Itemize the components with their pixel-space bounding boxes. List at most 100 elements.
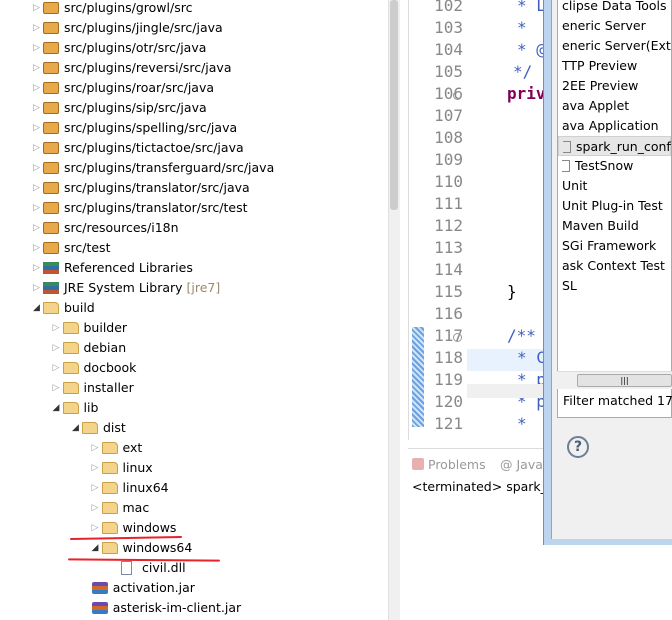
collapsed-arrow-icon[interactable]: ▷ — [33, 178, 43, 198]
config-type-item[interactable]: TTP Preview — [562, 56, 637, 76]
help-icon[interactable]: ? — [567, 436, 589, 458]
tree-item[interactable]: ▷ ext — [0, 438, 388, 458]
config-type-item[interactable]: SL — [562, 276, 577, 296]
tree-item[interactable]: activation.jar — [0, 578, 388, 598]
collapsed-arrow-icon[interactable]: ▷ — [33, 98, 43, 118]
collapsed-arrow-icon[interactable]: ▷ — [33, 38, 43, 58]
config-type-item[interactable]: Unit — [562, 176, 587, 196]
expanded-arrow-icon[interactable]: ◢ — [92, 538, 102, 558]
code-line: * C — [517, 348, 546, 367]
tree-item[interactable]: ▷ builder — [0, 318, 388, 338]
tree-item[interactable]: ▷ JRE System Library [jre7] — [0, 278, 388, 298]
line-number: 111 — [434, 194, 463, 213]
collapsed-arrow-icon[interactable]: ▷ — [33, 158, 43, 178]
tree-item[interactable]: ▷ src/plugins/tictactoe/src/java — [0, 138, 388, 158]
fold-toggle-icon[interactable] — [453, 91, 462, 100]
config-type-item[interactable]: TestSnow — [562, 156, 633, 176]
config-type-item[interactable]: clipse Data Tools — [562, 0, 667, 16]
collapsed-arrow-icon[interactable]: ▷ — [33, 278, 43, 298]
config-type-item[interactable]: 2EE Preview — [562, 76, 638, 96]
tree-item[interactable]: ▷ src/plugins/growl/src — [0, 0, 388, 18]
tree-item[interactable]: ▷ src/plugins/transferguard/src/java — [0, 158, 388, 178]
package-folder-icon — [43, 42, 59, 54]
tree-item[interactable]: ▷ src/plugins/translator/src/test — [0, 198, 388, 218]
collapsed-arrow-icon[interactable]: ▷ — [92, 478, 102, 498]
expanded-arrow-icon[interactable]: ◢ — [72, 418, 82, 438]
tree-scroll-thumb[interactable] — [390, 0, 398, 210]
collapsed-arrow-icon[interactable]: ▷ — [33, 198, 43, 218]
collapsed-arrow-icon[interactable]: ▷ — [53, 378, 63, 398]
collapsed-arrow-icon[interactable]: ▷ — [92, 518, 102, 538]
tree-item[interactable]: ◢ build — [0, 298, 388, 318]
fold-toggle-icon[interactable] — [453, 333, 462, 342]
config-type-item[interactable]: Maven Build — [562, 216, 639, 236]
collapsed-arrow-icon[interactable]: ▷ — [33, 18, 43, 38]
tree-item[interactable]: ▷ src/plugins/otr/src/java — [0, 38, 388, 58]
run-configurations-dialog: clipse Data Tools eneric Server eneric Ser… — [543, 0, 672, 545]
tree-item[interactable]: ▷ src/test — [0, 238, 388, 258]
tree-item[interactable]: ▷ windows — [0, 518, 388, 538]
tree-item[interactable]: ▷ src/plugins/jingle/src/java — [0, 18, 388, 38]
tree-item[interactable]: ◢ windows64 — [0, 538, 388, 558]
line-number: 109 — [434, 150, 463, 169]
collapsed-arrow-icon[interactable]: ▷ — [33, 78, 43, 98]
config-type-item[interactable]: spark_run_config — [558, 136, 671, 156]
tree-item[interactable]: ▷ debian — [0, 338, 388, 358]
config-type-label: ask Context Test — [562, 258, 665, 273]
collapsed-arrow-icon[interactable]: ▷ — [53, 338, 63, 358]
tree-item[interactable]: ▷ docbook — [0, 358, 388, 378]
collapsed-arrow-icon[interactable]: ▷ — [33, 118, 43, 138]
list-scroll-thumb[interactable]: ||| — [577, 374, 672, 387]
configuration-type-list[interactable]: clipse Data Tools eneric Server eneric Ser… — [557, 0, 672, 418]
config-type-item[interactable]: ava Application — [562, 116, 659, 136]
collapsed-arrow-icon[interactable]: ▷ — [33, 258, 43, 278]
collapsed-arrow-icon[interactable]: ▷ — [33, 138, 43, 158]
tab-javadoc[interactable]: @ Java — [500, 457, 543, 472]
tree-item[interactable]: ◢ dist — [0, 418, 388, 438]
tree-item[interactable]: ▷ src/plugins/roar/src/java — [0, 78, 388, 98]
code-editor[interactable]: 102 103 104 105 106 107 108 109 110 111 112 113 114 1… — [408, 0, 549, 440]
collapsed-arrow-icon[interactable]: ▷ — [33, 58, 43, 78]
collapsed-arrow-icon[interactable]: ▷ — [92, 498, 102, 518]
line-number: 112 — [434, 216, 463, 235]
collapsed-arrow-icon[interactable]: ▷ — [33, 0, 43, 18]
tree-item[interactable]: ▷ linux — [0, 458, 388, 478]
collapsed-arrow-icon[interactable]: ▷ — [53, 358, 63, 378]
tree-item[interactable]: ◢ lib — [0, 398, 388, 418]
tree-item[interactable]: ▷ src/plugins/reversi/src/java — [0, 58, 388, 78]
tree-item[interactable]: ▷ Referenced Libraries — [0, 258, 388, 278]
dialog-body: clipse Data Tools eneric Server eneric Ser… — [551, 0, 672, 539]
config-type-item[interactable]: eneric Server(Exter — [562, 36, 671, 56]
tree-item[interactable]: ▷ src/plugins/sip/src/java — [0, 98, 388, 118]
collapsed-arrow-icon[interactable]: ▷ — [53, 318, 63, 338]
line-number: 102 — [434, 0, 463, 15]
collapsed-arrow-icon[interactable]: ▷ — [33, 238, 43, 258]
tree-item[interactable]: ▷ installer — [0, 378, 388, 398]
config-type-item[interactable]: Unit Plug-in Test — [562, 196, 663, 216]
tree-item-label: src/plugins/tictactoe/src/java — [64, 140, 244, 155]
collapsed-arrow-icon[interactable]: ▷ — [92, 458, 102, 478]
tree-item-label: build — [64, 300, 95, 315]
tree-item-label: linux — [122, 460, 153, 475]
line-number: 119 — [434, 370, 463, 389]
tree-item[interactable]: ▷ src/resources/i18n — [0, 218, 388, 238]
editor-horizontal-scrollbar[interactable] — [467, 384, 549, 398]
package-folder-icon — [43, 2, 59, 14]
config-type-item[interactable]: eneric Server — [562, 16, 646, 36]
config-type-item[interactable]: ava Applet — [562, 96, 629, 116]
expanded-arrow-icon[interactable]: ◢ — [53, 398, 63, 418]
tree-item[interactable]: ▷ src/plugins/translator/src/java — [0, 178, 388, 198]
tree-item[interactable]: asterisk-im-client.jar — [0, 598, 388, 618]
package-folder-icon — [43, 242, 59, 254]
collapsed-arrow-icon[interactable]: ▷ — [92, 438, 102, 458]
config-type-item[interactable]: SGi Framework — [562, 236, 656, 256]
collapsed-arrow-icon[interactable]: ▷ — [33, 218, 43, 238]
expanded-arrow-icon[interactable]: ◢ — [33, 298, 43, 318]
config-type-item[interactable]: ask Context Test — [562, 256, 665, 276]
tree-item[interactable]: ▷ mac — [0, 498, 388, 518]
library-icon — [43, 262, 59, 274]
tree-item[interactable]: ▷ src/plugins/spelling/src/java — [0, 118, 388, 138]
tab-problems[interactable]: Problems — [412, 457, 486, 472]
list-horizontal-scrollbar[interactable]: ||| — [557, 371, 672, 389]
tree-item[interactable]: ▷ linux64 — [0, 478, 388, 498]
